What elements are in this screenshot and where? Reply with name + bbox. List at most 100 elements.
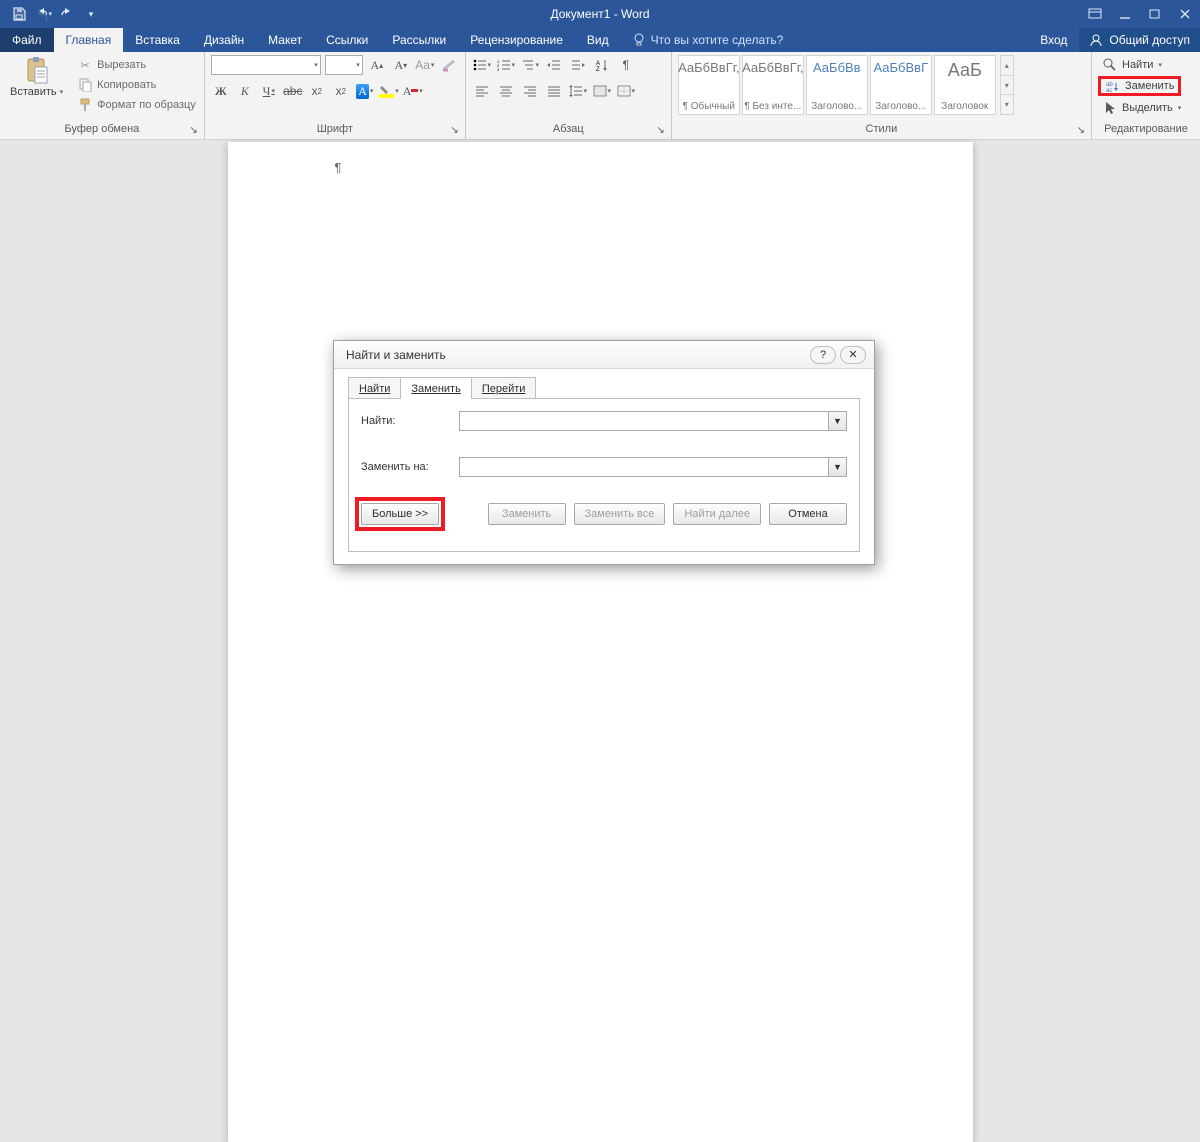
sort-icon[interactable]: AZ	[592, 55, 612, 75]
para-launcher-icon[interactable]: ↘	[656, 125, 664, 136]
borders-icon[interactable]: ▾	[616, 81, 636, 101]
quick-access-toolbar: ▾ ▾	[0, 0, 104, 28]
style-heading2[interactable]: АаБбВвГЗаголово...	[870, 55, 932, 115]
shrink-font-icon[interactable]: A▾	[391, 55, 411, 75]
title-bar: ▾ ▾ Документ1 - Word	[0, 0, 1200, 28]
dialog-tab-find[interactable]: Найти	[348, 377, 401, 399]
tab-mailings[interactable]: Рассылки	[380, 28, 458, 52]
replace-all-button[interactable]: Заменить все	[574, 503, 666, 525]
select-button[interactable]: Выделить ▾	[1098, 98, 1185, 117]
superscript-icon[interactable]: x2	[331, 81, 351, 101]
tab-view[interactable]: Вид	[575, 28, 621, 52]
find-input-combo[interactable]: ▼	[459, 411, 847, 431]
style-heading1[interactable]: АаБбВвЗаголово...	[806, 55, 868, 115]
shading-icon[interactable]: ▾	[592, 81, 612, 101]
gallery-more-icon[interactable]: ▾	[1001, 95, 1013, 114]
tab-review[interactable]: Рецензирование	[458, 28, 575, 52]
tab-layout[interactable]: Макет	[256, 28, 314, 52]
style-normal[interactable]: АаБбВвГг,¶ Обычный	[678, 55, 740, 115]
more-button[interactable]: Больше >>	[361, 503, 439, 525]
cancel-button[interactable]: Отмена	[769, 503, 847, 525]
strike-icon[interactable]: abc	[283, 81, 303, 101]
tell-me-search[interactable]: Что вы хотите сделать?	[621, 28, 796, 52]
find-button[interactable]: Найти ▾	[1098, 55, 1166, 74]
dialog-titlebar[interactable]: Найти и заменить ? ✕	[334, 341, 874, 369]
ribbon-tabs: Файл Главная Вставка Дизайн Макет Ссылки…	[0, 28, 1200, 52]
style-gallery-scroll[interactable]: ▴▾▾	[1000, 55, 1014, 115]
group-font: ▾ ▾ A▴ A▾ Aa▾ Ж К Ч▾ abc x2 x2 A▾ ▾ A▾ Ш…	[205, 52, 466, 139]
replace-label: Заменить на:	[361, 461, 451, 473]
font-family-combo[interactable]: ▾	[211, 55, 321, 75]
gallery-up-icon[interactable]: ▴	[1001, 56, 1013, 76]
align-left-icon[interactable]	[472, 81, 492, 101]
gallery-down-icon[interactable]: ▾	[1001, 76, 1013, 96]
replace-input-combo[interactable]: ▼	[459, 457, 847, 477]
styles-launcher-icon[interactable]: ↘	[1077, 125, 1085, 136]
find-history-dropdown-icon[interactable]: ▼	[828, 412, 846, 430]
tab-design[interactable]: Дизайн	[192, 28, 256, 52]
change-case-icon[interactable]: Aa▾	[415, 55, 435, 75]
signin-link[interactable]: Вход	[1028, 28, 1079, 52]
line-spacing-icon[interactable]: ▾	[568, 81, 588, 101]
find-input[interactable]	[460, 412, 828, 430]
replace-history-dropdown-icon[interactable]: ▼	[828, 458, 846, 476]
maximize-icon[interactable]	[1140, 0, 1170, 28]
undo-icon[interactable]: ▾	[34, 5, 52, 23]
dialog-tabs: Найти Заменить Перейти	[348, 377, 860, 399]
align-center-icon[interactable]	[496, 81, 516, 101]
ribbon-display-icon[interactable]	[1080, 0, 1110, 28]
bold-icon[interactable]: Ж	[211, 81, 231, 101]
dialog-tab-replace[interactable]: Заменить	[400, 377, 471, 399]
style-nospacing[interactable]: АаБбВвГг,¶ Без инте...	[742, 55, 804, 115]
replace-input[interactable]	[460, 458, 828, 476]
replace-button[interactable]: abac Заменить	[1098, 76, 1181, 96]
style-gallery[interactable]: АаБбВвГг,¶ Обычный АаБбВвГг,¶ Без инте..…	[678, 55, 1014, 115]
highlight-icon[interactable]: ▾	[379, 81, 399, 101]
dialog-tab-goto[interactable]: Перейти	[471, 377, 537, 399]
cursor-icon	[1102, 101, 1118, 115]
find-replace-dialog: Найти и заменить ? ✕ Найти Заменить Пере…	[333, 340, 875, 565]
outdent-icon[interactable]	[544, 55, 564, 75]
group-label-font: Шрифт	[317, 123, 353, 135]
italic-icon[interactable]: К	[235, 81, 255, 101]
underline-icon[interactable]: Ч▾	[259, 81, 279, 101]
minimize-icon[interactable]	[1110, 0, 1140, 28]
font-size-combo[interactable]: ▾	[325, 55, 363, 75]
qat-customize-icon[interactable]: ▾	[82, 5, 100, 23]
format-painter-button[interactable]: Формат по образцу	[75, 95, 198, 115]
indent-icon[interactable]	[568, 55, 588, 75]
tab-references[interactable]: Ссылки	[314, 28, 380, 52]
dialog-close-icon[interactable]: ✕	[840, 346, 866, 364]
find-next-button[interactable]: Найти далее	[673, 503, 761, 525]
group-label-styles: Стили	[866, 123, 898, 135]
close-icon[interactable]	[1170, 0, 1200, 28]
redo-icon[interactable]	[58, 5, 76, 23]
dialog-help-icon[interactable]: ?	[810, 346, 836, 364]
tab-insert[interactable]: Вставка	[123, 28, 192, 52]
justify-icon[interactable]	[544, 81, 564, 101]
subscript-icon[interactable]: x2	[307, 81, 327, 101]
text-effects-icon[interactable]: A▾	[355, 81, 375, 101]
style-title[interactable]: АаБЗаголовок	[934, 55, 996, 115]
clear-format-icon[interactable]	[439, 55, 459, 75]
clipboard-launcher-icon[interactable]: ↘	[189, 125, 197, 136]
multilevel-icon[interactable]: ▾	[520, 55, 540, 75]
tab-file[interactable]: Файл	[0, 28, 54, 52]
paste-button[interactable]: Вставить▾	[6, 55, 67, 100]
tab-home[interactable]: Главная	[54, 28, 124, 52]
group-label-editing: Редактирование	[1104, 123, 1188, 135]
document-page[interactable]: ¶	[228, 142, 973, 1142]
font-launcher-icon[interactable]: ↘	[450, 125, 458, 136]
paste-label: Вставить	[10, 87, 57, 98]
save-icon[interactable]	[10, 5, 28, 23]
font-color-icon[interactable]: A▾	[403, 81, 423, 101]
replace-one-button[interactable]: Заменить	[488, 503, 566, 525]
grow-font-icon[interactable]: A▴	[367, 55, 387, 75]
align-right-icon[interactable]	[520, 81, 540, 101]
cut-button[interactable]: ✂Вырезать	[75, 55, 198, 75]
share-button[interactable]: Общий доступ	[1079, 28, 1200, 52]
copy-button[interactable]: Копировать	[75, 75, 198, 95]
numbering-icon[interactable]: 123▾	[496, 55, 516, 75]
bullets-icon[interactable]: ▾	[472, 55, 492, 75]
show-marks-icon[interactable]: ¶	[616, 55, 636, 75]
